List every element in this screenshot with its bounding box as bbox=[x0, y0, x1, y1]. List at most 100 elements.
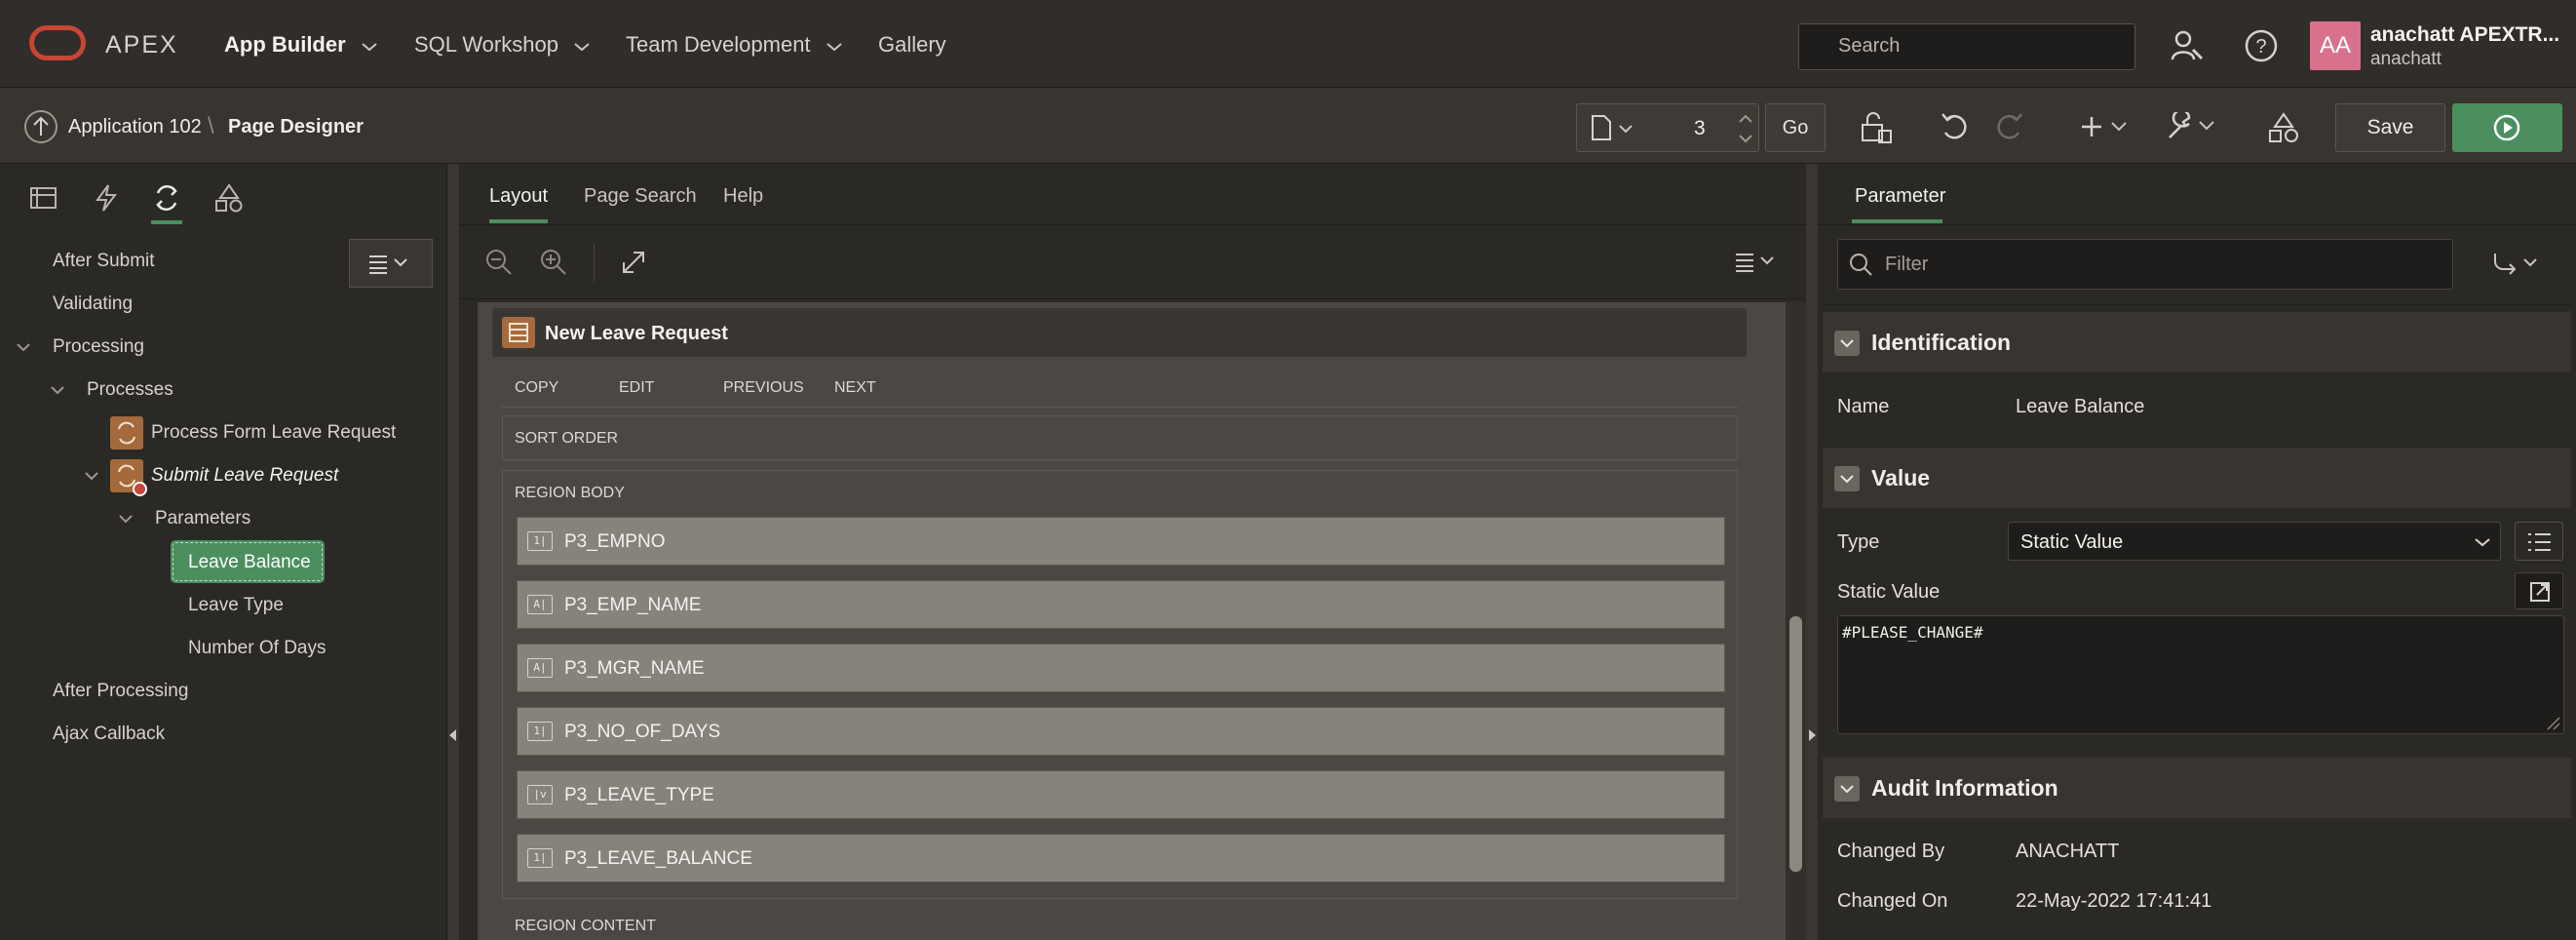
menu-sql-workshop[interactable]: SQL Workshop bbox=[414, 32, 590, 58]
avatar[interactable]: AA bbox=[2310, 21, 2361, 70]
section-identification[interactable]: Identification bbox=[1823, 312, 2571, 372]
apex-brand[interactable]: APEX bbox=[105, 31, 178, 59]
menu-team-development[interactable]: Team Development bbox=[626, 32, 842, 58]
tree-item-after-processing[interactable]: After Processing bbox=[53, 681, 188, 702]
collapse-toggle[interactable] bbox=[1834, 776, 1860, 802]
create-menu-icon[interactable] bbox=[2082, 115, 2129, 140]
chevron-down-icon[interactable] bbox=[119, 514, 133, 524]
item-name: P3_NO_OF_DAYS bbox=[564, 722, 721, 742]
menu-gallery[interactable]: Gallery bbox=[878, 32, 946, 58]
tab-layout[interactable]: Layout bbox=[489, 185, 548, 208]
undo-icon[interactable] bbox=[1940, 111, 1971, 142]
item-name: P3_MGR_NAME bbox=[564, 658, 705, 679]
form-icon bbox=[509, 323, 528, 342]
select-list-icon: |v bbox=[527, 785, 553, 804]
tree-item-leave-balance-selected[interactable]: Leave Balance bbox=[171, 540, 325, 583]
tree-item-process-form-leave-request[interactable]: Process Form Leave Request bbox=[151, 422, 396, 444]
left-splitter[interactable] bbox=[447, 164, 459, 940]
filter-input[interactable]: Filter bbox=[1837, 239, 2453, 290]
tree-item-number-of-days[interactable]: Number Of Days bbox=[188, 638, 326, 659]
item-name: P3_EMPNO bbox=[564, 531, 666, 552]
tab-help[interactable]: Help bbox=[723, 185, 763, 208]
text-field-icon: A| bbox=[527, 595, 553, 614]
slot-edit[interactable]: EDIT bbox=[619, 379, 654, 397]
page-item-p3-mgr-name[interactable]: A| P3_MGR_NAME bbox=[517, 644, 1725, 692]
page-item-p3-emp-name[interactable]: A| P3_EMP_NAME bbox=[517, 580, 1725, 629]
resize-handle-icon[interactable] bbox=[2544, 714, 2561, 731]
chevron-down-icon[interactable] bbox=[51, 385, 64, 395]
page-stepper-icon[interactable] bbox=[1739, 113, 1752, 144]
search-input[interactable]: Search bbox=[1798, 23, 2135, 70]
right-splitter[interactable] bbox=[1806, 164, 1818, 940]
error-badge-icon bbox=[133, 482, 147, 496]
help-icon[interactable]: ? bbox=[2244, 28, 2279, 63]
page-item-p3-no-of-days[interactable]: 1| P3_NO_OF_DAYS bbox=[517, 707, 1725, 756]
tree-item-leave-type[interactable]: Leave Type bbox=[188, 595, 284, 616]
region-header[interactable]: New Leave Request bbox=[492, 308, 1747, 357]
collapse-toggle[interactable] bbox=[1834, 331, 1860, 356]
breadcrumb-page-designer: Page Designer bbox=[228, 116, 364, 137]
collapse-toggle[interactable] bbox=[1834, 466, 1860, 491]
tree-item-validating[interactable]: Validating bbox=[53, 294, 133, 315]
tree-item-after-submit[interactable]: After Submit bbox=[53, 251, 155, 272]
list-icon bbox=[2528, 533, 2551, 551]
utilities-wrench-icon[interactable] bbox=[2166, 112, 2216, 141]
list-menu-icon bbox=[369, 255, 407, 274]
page-item-p3-leave-balance[interactable]: 1| P3_LEAVE_BALANCE bbox=[517, 834, 1725, 882]
admin-user-icon[interactable] bbox=[2170, 28, 2205, 63]
collapse-left-arrow-icon[interactable] bbox=[449, 729, 456, 741]
slot-next[interactable]: NEXT bbox=[834, 379, 876, 397]
slot-copy[interactable]: COPY bbox=[515, 379, 558, 397]
tree-item-ajax-callback[interactable]: Ajax Callback bbox=[53, 724, 165, 745]
tree-item-processes[interactable]: Processes bbox=[87, 379, 173, 401]
chevron-down-icon[interactable] bbox=[17, 342, 30, 352]
zoom-in-icon[interactable] bbox=[539, 248, 568, 277]
sort-order-label: SORT ORDER bbox=[515, 430, 619, 447]
page-selector[interactable]: 3 bbox=[1576, 103, 1759, 152]
type-select[interactable]: Static Value bbox=[2008, 522, 2501, 561]
up-arrow-icon[interactable] bbox=[23, 109, 58, 144]
breadcrumb-application[interactable]: Application 102 bbox=[68, 116, 202, 138]
chevron-down-icon bbox=[1840, 785, 1854, 794]
section-value[interactable]: Value bbox=[1823, 448, 2571, 508]
static-value-textarea[interactable]: #PLEASE_CHANGE# bbox=[1837, 615, 2564, 734]
page-number-input[interactable]: 3 bbox=[1694, 117, 1706, 140]
save-and-run-button[interactable] bbox=[2452, 103, 2562, 152]
go-to-group-icon[interactable] bbox=[2493, 252, 2542, 277]
shared-components-icon[interactable] bbox=[2267, 111, 2300, 144]
collapse-right-arrow-icon[interactable] bbox=[1809, 729, 1816, 741]
page-item-p3-empno[interactable]: 1| P3_EMPNO bbox=[517, 517, 1725, 566]
top-navigation-bar: APEX App Builder SQL Workshop Team Devel… bbox=[0, 0, 2576, 88]
menu-app-builder[interactable]: App Builder bbox=[224, 32, 377, 58]
expand-icon[interactable] bbox=[620, 249, 647, 276]
section-title: Identification bbox=[1871, 330, 2012, 355]
shared-components-tab-icon[interactable] bbox=[214, 183, 244, 213]
tree-item-submit-leave-request[interactable]: Submit Leave Request bbox=[151, 465, 338, 487]
chevron-down-icon bbox=[362, 43, 377, 52]
user-name[interactable]: anachatt APEXTR... bbox=[2370, 23, 2559, 47]
oracle-logo[interactable] bbox=[29, 25, 86, 60]
menu-label: SQL Workshop bbox=[414, 32, 558, 57]
tree-item-processing[interactable]: Processing bbox=[53, 336, 144, 358]
tab-parameter[interactable]: Parameter bbox=[1855, 185, 1945, 208]
save-button[interactable]: Save bbox=[2335, 103, 2445, 152]
canvas-scrollbar-thumb[interactable] bbox=[1789, 616, 1802, 872]
toolbar-divider bbox=[594, 243, 595, 282]
redo-icon[interactable] bbox=[1993, 111, 2024, 142]
go-button[interactable]: Go bbox=[1765, 103, 1826, 152]
tree-menu-button[interactable] bbox=[349, 239, 433, 288]
rendering-tab-icon[interactable] bbox=[29, 185, 58, 211]
tab-page-search[interactable]: Page Search bbox=[584, 185, 697, 208]
slot-previous[interactable]: PREVIOUS bbox=[723, 379, 804, 397]
layout-menu-icon[interactable] bbox=[1736, 253, 1779, 272]
lock-icon[interactable] bbox=[1860, 111, 1893, 144]
dynamic-actions-tab-icon[interactable] bbox=[94, 183, 119, 213]
processing-tab-icon[interactable] bbox=[152, 183, 181, 213]
zoom-out-icon[interactable] bbox=[484, 248, 514, 277]
chevron-down-icon[interactable] bbox=[85, 471, 98, 481]
page-item-p3-leave-type[interactable]: |v P3_LEAVE_TYPE bbox=[517, 770, 1725, 819]
tree-item-parameters[interactable]: Parameters bbox=[155, 508, 250, 529]
section-audit-information[interactable]: Audit Information bbox=[1823, 758, 2571, 818]
list-of-values-button[interactable] bbox=[2515, 522, 2563, 561]
open-editor-button[interactable] bbox=[2515, 572, 2563, 609]
